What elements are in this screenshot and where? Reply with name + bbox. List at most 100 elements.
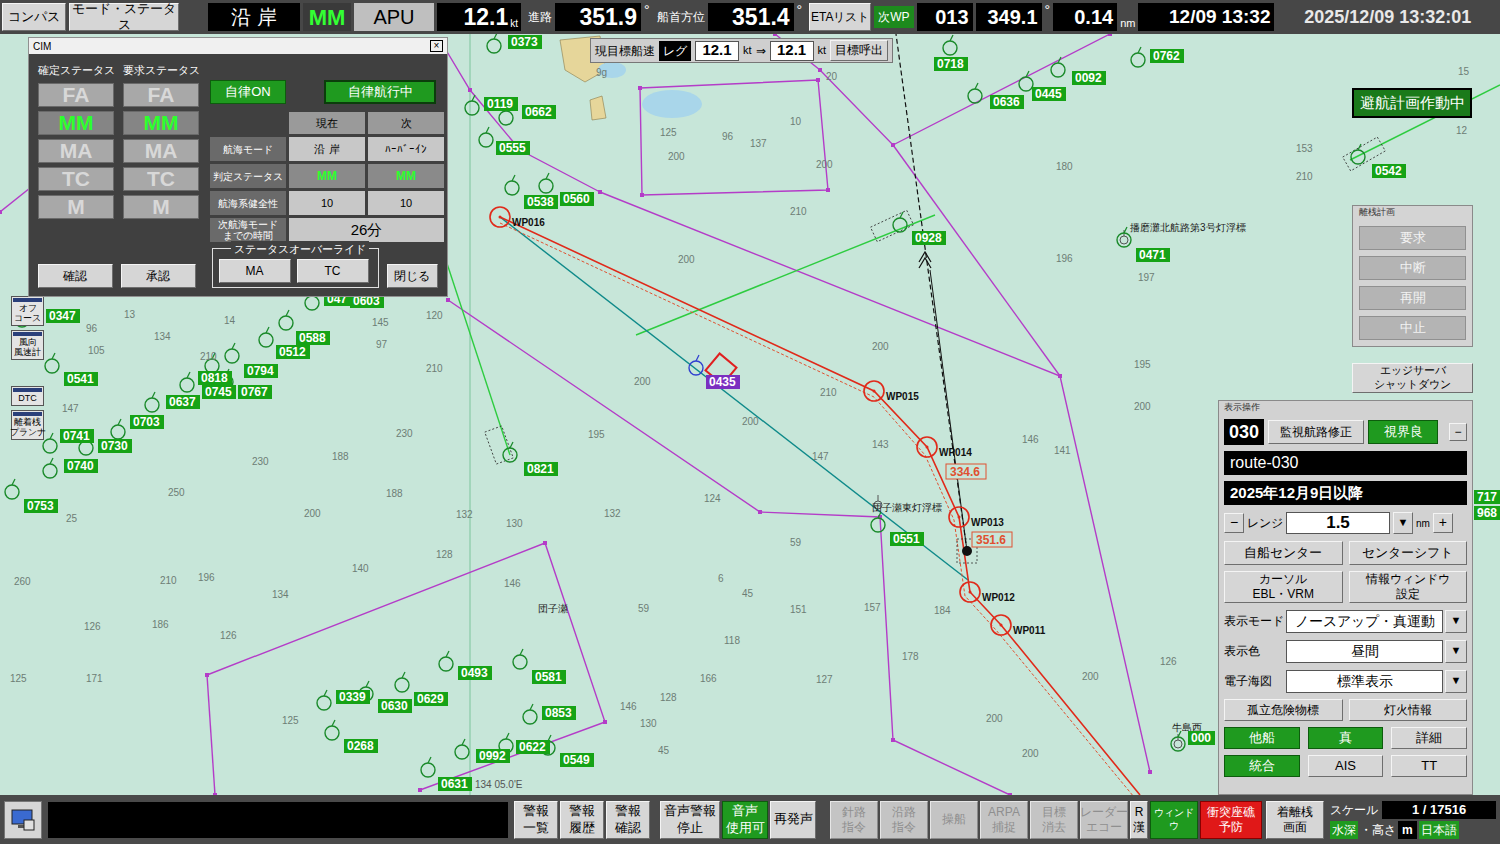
display-toggle[interactable]: 詳細 <box>1391 727 1467 749</box>
target-label[interactable]: 0119 <box>484 97 518 111</box>
target-symbol-icon[interactable] <box>1117 227 1131 247</box>
target-label[interactable]: 0992 <box>476 749 510 763</box>
target-symbol-icon[interactable] <box>505 175 519 195</box>
status-button[interactable]: TC <box>38 167 114 191</box>
berthing-button[interactable]: 着離桟画面 <box>1266 801 1324 839</box>
status-button[interactable]: MA <box>123 139 199 163</box>
range-dropdown[interactable]: ▼ <box>1393 512 1413 534</box>
target-label[interactable]: 0549 <box>560 753 594 767</box>
alarm-button[interactable]: 警報一覧 <box>514 801 558 839</box>
target-label[interactable]: 0637 <box>166 395 200 409</box>
override-button[interactable]: TC <box>297 259 369 283</box>
waypoint[interactable]: WP012 <box>960 582 1015 603</box>
display-toggle[interactable]: 統合 <box>1224 755 1300 777</box>
target-label[interactable]: 0622 <box>516 740 550 754</box>
display-button[interactable]: 孤立危険物標 <box>1224 699 1343 721</box>
target-label[interactable]: 0741 <box>60 429 94 443</box>
status-button[interactable]: FA <box>38 83 114 107</box>
display-select[interactable]: 電子海図標準表示▼ <box>1224 669 1467 693</box>
cim-button[interactable]: 承認 <box>121 264 196 288</box>
waypoint[interactable]: WP011 <box>991 615 1046 636</box>
target-label[interactable]: 0471 <box>1136 248 1170 262</box>
range-input[interactable]: 1.5 <box>1286 512 1390 534</box>
monitor-route-button[interactable]: 監視航路修正 <box>1268 420 1364 444</box>
display-button[interactable]: センターシフト <box>1349 541 1468 565</box>
target-symbol-icon[interactable] <box>513 649 527 669</box>
target-symbol-icon[interactable] <box>225 343 239 363</box>
target-symbol-icon[interactable] <box>487 34 501 53</box>
target-label[interactable]: 0753 <box>24 499 58 513</box>
target-symbol-icon[interactable] <box>259 327 273 347</box>
display-toggle[interactable]: TT <box>1391 755 1467 777</box>
target-symbol-icon[interactable] <box>523 704 537 724</box>
target-label[interactable]: 0541 <box>64 372 98 386</box>
monitor-icon[interactable] <box>4 801 42 839</box>
waypoint[interactable]: WP014 <box>917 437 972 458</box>
target-label[interactable]: 0662 <box>522 105 556 119</box>
display-button[interactable]: カーソルEBL・VRM <box>1224 571 1343 603</box>
target-symbol-icon[interactable] <box>871 512 885 532</box>
target-symbol-icon[interactable] <box>893 212 907 232</box>
audio-button[interactable]: 再発声 <box>770 801 816 839</box>
target-label[interactable]: 968 <box>1474 506 1500 520</box>
display-select[interactable]: 表示色昼間▼ <box>1224 639 1467 663</box>
audio-button[interactable]: 音声警報停止 <box>660 801 720 839</box>
target-label[interactable]: 0512 <box>276 345 310 359</box>
collision-button[interactable]: 衝突座礁予防 <box>1200 801 1262 839</box>
target-label[interactable]: 0630 <box>378 699 412 713</box>
status-button[interactable]: MM <box>123 111 199 135</box>
target-label[interactable]: 0373 <box>508 35 542 49</box>
status-button[interactable]: MA <box>38 139 114 163</box>
input-mode-button[interactable]: R漢 <box>1130 801 1148 839</box>
target-label[interactable]: 0339 <box>336 690 370 704</box>
override-button[interactable]: MA <box>219 259 291 283</box>
target-label[interactable]: 0794 <box>244 364 278 378</box>
status-button[interactable]: FA <box>123 83 199 107</box>
target-label[interactable]: 0588 <box>296 331 330 345</box>
target-symbol-icon[interactable] <box>180 372 194 392</box>
target-label[interactable]: 0581 <box>532 670 566 684</box>
close-panel-button[interactable]: 閉じる <box>387 264 438 288</box>
target-symbol-icon[interactable] <box>5 479 19 499</box>
target-symbol-icon[interactable] <box>111 419 125 439</box>
alarm-button[interactable]: 警報確認 <box>606 801 650 839</box>
edge-shutdown-button[interactable]: エッジサーバシャットダウン <box>1352 363 1473 393</box>
select-value[interactable]: 標準表示 <box>1286 670 1443 693</box>
select-dropdown[interactable]: ▼ <box>1445 640 1467 663</box>
compass-button[interactable]: コンパス <box>2 3 66 31</box>
waypoint[interactable]: WP013 <box>949 507 1004 528</box>
range-plus-button[interactable]: + <box>1433 513 1453 533</box>
display-toggle[interactable]: 他船 <box>1224 727 1300 749</box>
target-symbol-icon[interactable] <box>465 95 479 115</box>
target-symbol-icon[interactable] <box>1019 71 1033 91</box>
target-symbol-icon[interactable] <box>1051 57 1065 77</box>
target-label[interactable]: 0092 <box>1072 71 1106 85</box>
select-dropdown[interactable]: ▼ <box>1445 610 1467 633</box>
target-label[interactable]: 0631 <box>438 777 472 791</box>
target-symbol-icon[interactable] <box>43 458 57 478</box>
display-button[interactable]: 情報ウィンドウ設定 <box>1349 571 1468 603</box>
target-symbol-icon[interactable] <box>968 83 982 103</box>
target-label[interactable]: 0818 <box>198 371 232 385</box>
target-label[interactable]: 0703 <box>130 415 164 429</box>
target-label[interactable]: 0493 <box>458 666 492 680</box>
tool-button[interactable]: DTC <box>11 386 44 406</box>
select-value[interactable]: 昼間 <box>1286 640 1443 663</box>
target-symbol-icon[interactable] <box>503 442 517 462</box>
visibility-button[interactable]: 視界良 <box>1368 420 1438 444</box>
target-symbol-icon[interactable] <box>1171 731 1185 751</box>
target-label[interactable]: 0268 <box>344 739 378 753</box>
display-button[interactable]: 灯火情報 <box>1349 699 1468 721</box>
display-toggle[interactable]: 真 <box>1308 727 1384 749</box>
target-symbol-icon[interactable] <box>45 353 59 373</box>
target-symbol-icon[interactable] <box>421 757 435 777</box>
target-label[interactable]: 717 <box>1474 490 1500 504</box>
target-symbol-icon[interactable] <box>455 739 469 759</box>
target-symbol-icon[interactable] <box>317 690 331 710</box>
target-label[interactable]: 0762 <box>1150 49 1184 63</box>
target-symbol-icon[interactable] <box>1131 47 1145 67</box>
display-toggle[interactable]: AIS <box>1308 755 1384 777</box>
minimize-button[interactable]: − <box>1449 423 1467 441</box>
target-label[interactable]: 0718 <box>934 57 968 71</box>
target-symbol-icon[interactable] <box>395 672 409 692</box>
